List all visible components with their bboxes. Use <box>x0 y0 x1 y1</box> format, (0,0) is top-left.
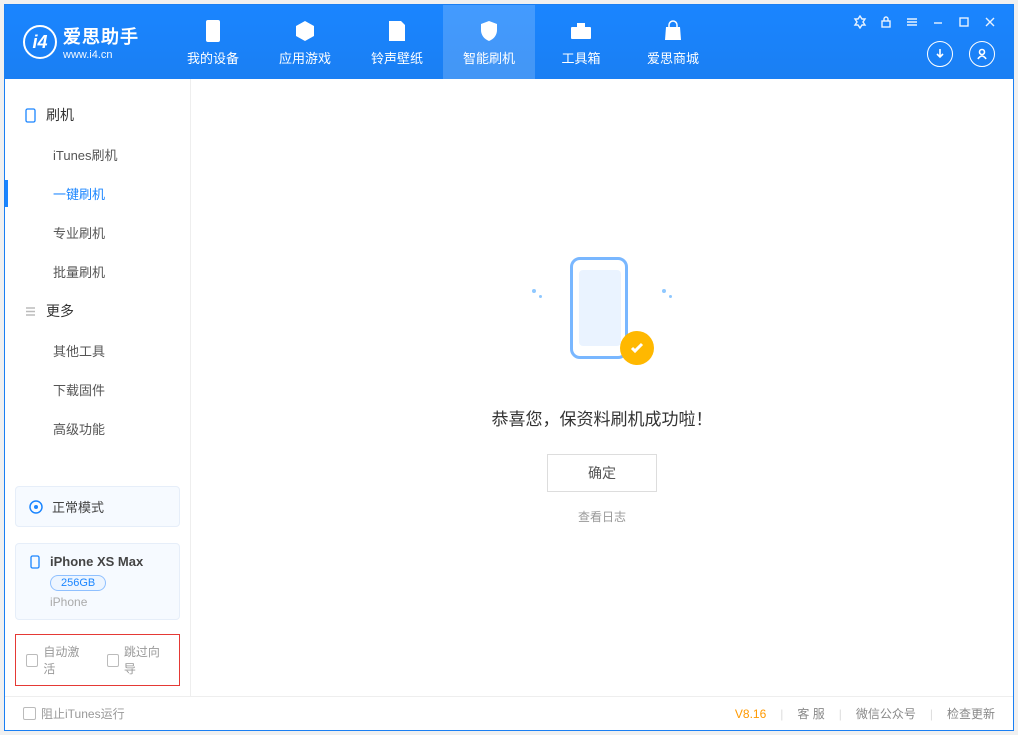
support-link[interactable]: 客 服 <box>797 705 824 722</box>
title-bar: i4 爱思助手 www.i4.cn 我的设备 应用游戏 铃声壁纸 智能刷机 <box>5 5 1013 79</box>
device-box[interactable]: iPhone XS Max 256GB iPhone <box>15 543 180 620</box>
cube-icon <box>293 18 317 44</box>
tab-label: 铃声壁纸 <box>371 48 423 67</box>
checkbox-label: 自动激活 <box>43 643 88 677</box>
view-log-link[interactable]: 查看日志 <box>578 508 626 525</box>
nav-pro-flash[interactable]: 专业刷机 <box>5 213 190 252</box>
nav-advanced[interactable]: 高级功能 <box>5 409 190 448</box>
tab-smart-flash[interactable]: 智能刷机 <box>443 5 535 79</box>
group-more: 更多 <box>5 291 190 331</box>
nav-batch-flash[interactable]: 批量刷机 <box>5 252 190 291</box>
device-capacity: 256GB <box>50 575 106 591</box>
side-nav: 刷机 iTunes刷机 一键刷机 专业刷机 批量刷机 更多 其他工具 下载固件 … <box>5 79 190 478</box>
tab-ring-wall[interactable]: 铃声壁纸 <box>351 5 443 79</box>
group-flash: 刷机 <box>5 95 190 135</box>
device-small-icon <box>28 555 42 569</box>
close-button[interactable] <box>981 13 999 31</box>
checkbox-label: 跳过向导 <box>124 643 169 677</box>
checkbox-row: 自动激活 跳过向导 <box>15 634 180 686</box>
skip-guide-checkbox[interactable]: 跳过向导 <box>107 643 170 677</box>
phone-illustration-icon <box>570 257 628 359</box>
device-name: iPhone XS Max <box>50 554 143 569</box>
nav-itunes-flash[interactable]: iTunes刷机 <box>5 135 190 174</box>
sidebar: 刷机 iTunes刷机 一键刷机 专业刷机 批量刷机 更多 其他工具 下载固件 … <box>5 79 191 696</box>
block-itunes-checkbox[interactable]: 阻止iTunes运行 <box>23 705 125 722</box>
shield-refresh-icon <box>477 18 501 44</box>
lock-icon[interactable] <box>877 13 895 31</box>
app-window: i4 爱思助手 www.i4.cn 我的设备 应用游戏 铃声壁纸 智能刷机 <box>4 4 1014 731</box>
mode-label: 正常模式 <box>52 497 104 516</box>
tab-apps-games[interactable]: 应用游戏 <box>259 5 351 79</box>
app-body: 刷机 iTunes刷机 一键刷机 专业刷机 批量刷机 更多 其他工具 下载固件 … <box>5 79 1013 696</box>
tab-store[interactable]: 爱思商城 <box>627 5 719 79</box>
toolbox-icon <box>569 18 593 44</box>
menu-icon[interactable] <box>903 13 921 31</box>
window-controls <box>851 5 1013 79</box>
logo-text: 爱思助手 www.i4.cn <box>63 23 139 61</box>
phone-small-icon <box>23 108 38 123</box>
nav-one-key-flash[interactable]: 一键刷机 <box>5 174 190 213</box>
music-file-icon <box>387 18 407 44</box>
download-button[interactable] <box>927 41 953 67</box>
tab-label: 我的设备 <box>187 48 239 67</box>
device-icon <box>205 18 221 44</box>
tab-my-device[interactable]: 我的设备 <box>167 5 259 79</box>
mode-box[interactable]: 正常模式 <box>15 486 180 527</box>
app-url: www.i4.cn <box>63 49 139 61</box>
checkbox-label: 阻止iTunes运行 <box>41 705 125 722</box>
bag-icon <box>662 18 684 44</box>
version-label: V8.16 <box>735 707 766 721</box>
group-label: 更多 <box>46 301 74 321</box>
tab-label: 爱思商城 <box>647 48 699 67</box>
maximize-button[interactable] <box>955 13 973 31</box>
nav-other-tools[interactable]: 其他工具 <box>5 331 190 370</box>
theme-icon[interactable] <box>851 13 869 31</box>
tab-label: 智能刷机 <box>463 48 515 67</box>
wechat-link[interactable]: 微信公众号 <box>856 705 916 722</box>
checkbox-icon <box>26 654 38 667</box>
device-type: iPhone <box>50 591 167 609</box>
group-label: 刷机 <box>46 105 74 125</box>
nav-download-fw[interactable]: 下载固件 <box>5 370 190 409</box>
checkbox-icon <box>107 654 119 667</box>
check-update-link[interactable]: 检查更新 <box>947 705 995 722</box>
success-message: 恭喜您，保资料刷机成功啦！ <box>492 405 713 430</box>
status-bar: 阻止iTunes运行 V8.16 | 客 服 | 微信公众号 | 检查更新 <box>5 696 1013 730</box>
check-badge-icon <box>620 331 654 365</box>
tab-toolbox[interactable]: 工具箱 <box>535 5 627 79</box>
tab-label: 应用游戏 <box>279 48 331 67</box>
logo-icon: i4 <box>23 25 57 59</box>
app-logo: i4 爱思助手 www.i4.cn <box>5 5 157 79</box>
checkbox-icon <box>23 707 36 720</box>
mode-icon <box>28 499 44 515</box>
ok-button[interactable]: 确定 <box>547 454 657 492</box>
tab-label: 工具箱 <box>561 48 600 67</box>
minimize-button[interactable] <box>929 13 947 31</box>
list-icon <box>23 304 38 319</box>
top-tabs: 我的设备 应用游戏 铃声壁纸 智能刷机 工具箱 爱思商城 <box>167 5 719 79</box>
auto-activate-checkbox[interactable]: 自动激活 <box>26 643 89 677</box>
success-illustration <box>532 249 672 379</box>
app-name: 爱思助手 <box>63 23 139 49</box>
sparkle-icon <box>532 289 542 299</box>
main-content: 恭喜您，保资料刷机成功啦！ 确定 查看日志 <box>191 79 1013 696</box>
sparkle-icon <box>662 289 672 299</box>
user-button[interactable] <box>969 41 995 67</box>
